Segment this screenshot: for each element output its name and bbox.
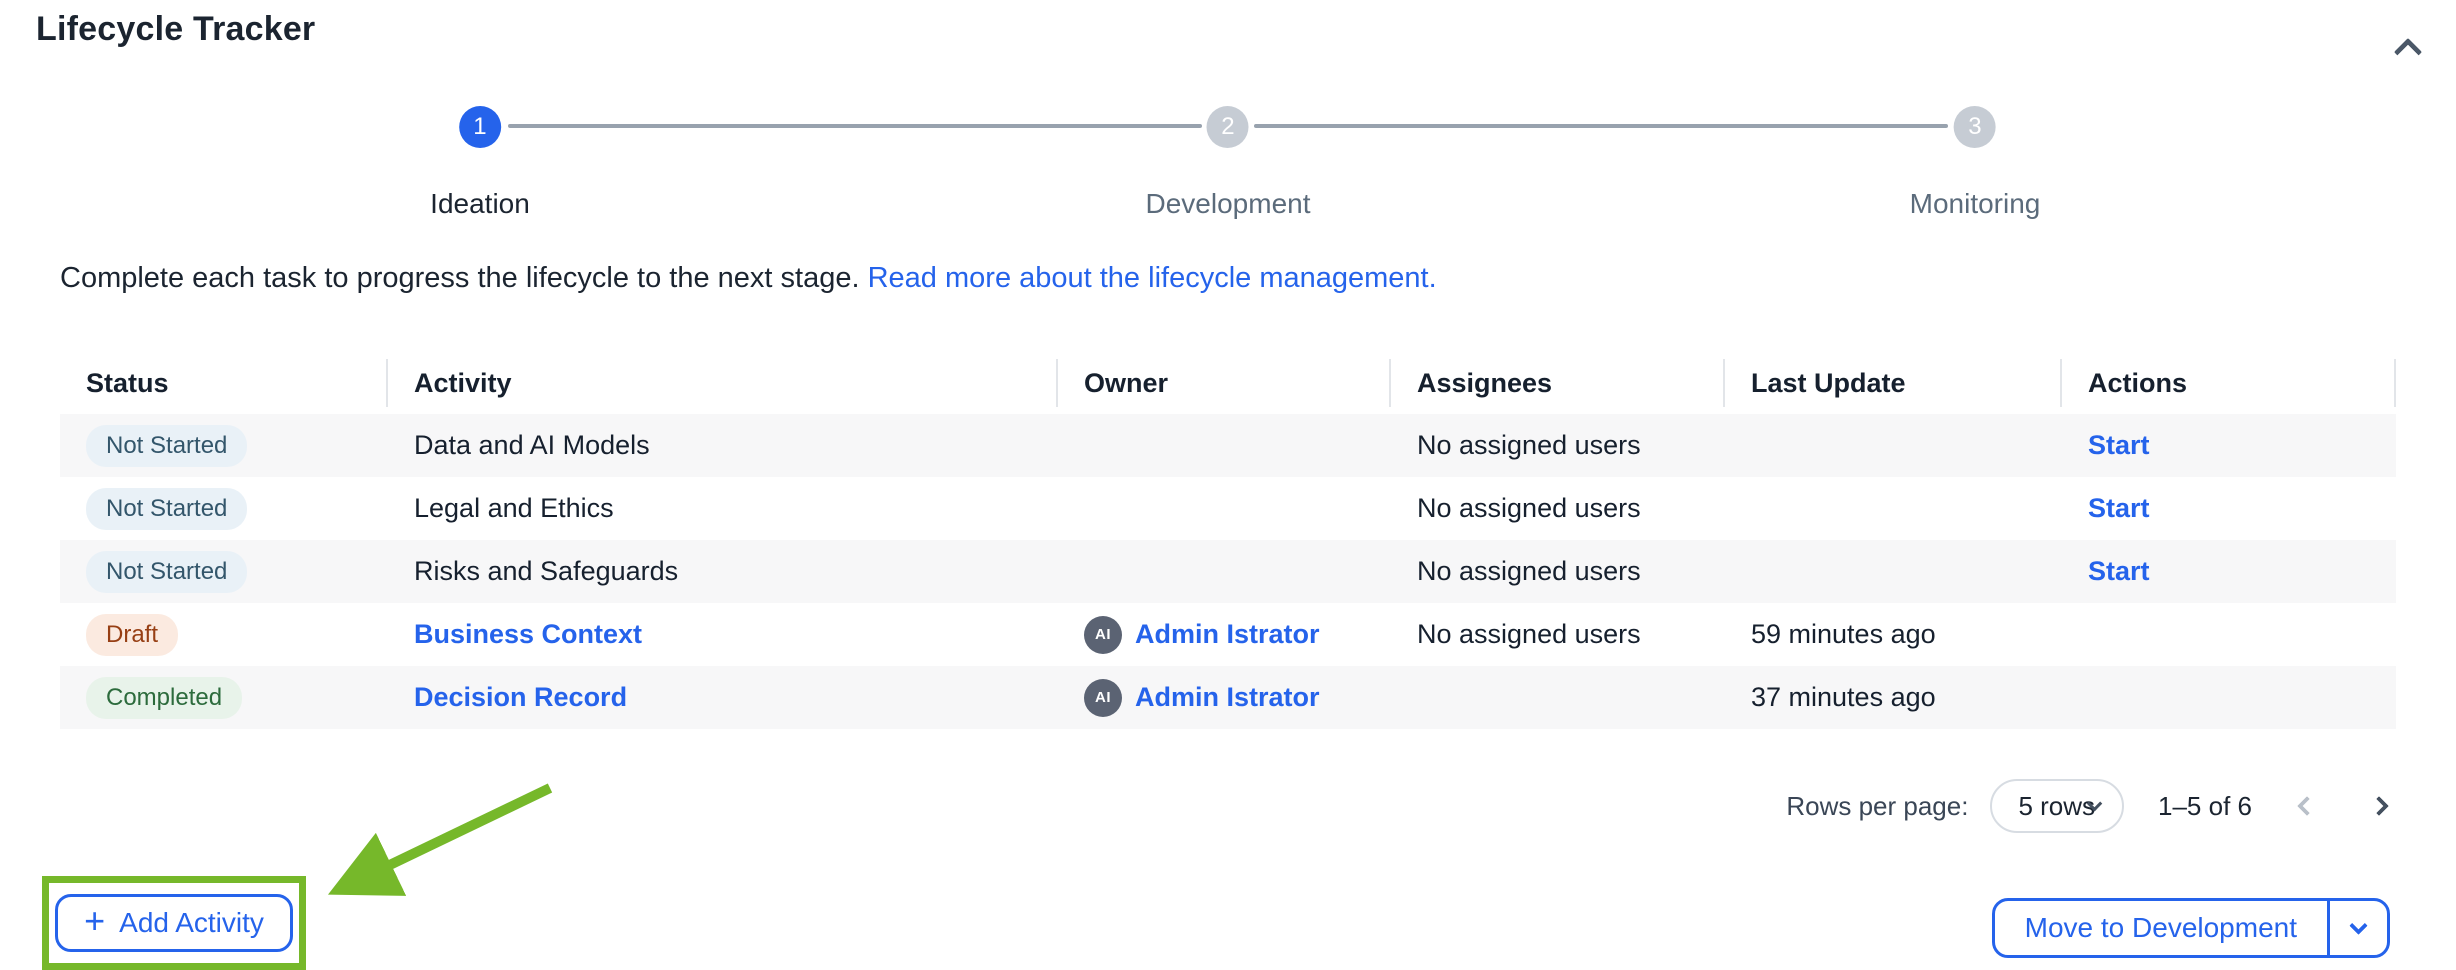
column-header-activity: Activity	[388, 359, 1058, 407]
step-3-circle: 3	[1954, 106, 1996, 148]
table-row: Draft Business Context AI Admin Istrator…	[60, 603, 2396, 666]
column-header-owner: Owner	[1058, 359, 1391, 407]
last-update-text: 37 minutes ago	[1751, 682, 1936, 713]
activity-name: Data and AI Models	[414, 430, 650, 461]
plus-icon: +	[84, 903, 105, 939]
move-to-development-button[interactable]: Move to Development	[1995, 901, 2327, 955]
table-row: Not Started Risks and Safeguards No assi…	[60, 540, 2396, 603]
read-more-link[interactable]: Read more about the lifecycle management…	[868, 262, 1437, 294]
step-3-label: Monitoring	[1910, 188, 2041, 220]
activity-name: Legal and Ethics	[414, 493, 614, 524]
assignees-text: No assigned users	[1417, 619, 1641, 650]
start-action-link[interactable]: Start	[2088, 493, 2150, 524]
assignees-text: No assigned users	[1417, 493, 1641, 524]
status-badge: Not Started	[86, 551, 247, 593]
stepper-connector-1	[508, 124, 1202, 128]
next-page-button[interactable]	[2362, 789, 2396, 823]
table-row: Not Started Legal and Ethics No assigned…	[60, 477, 2396, 540]
lifecycle-stepper: 1 Ideation 2 Development 3 Monitoring	[0, 0, 2456, 230]
previous-page-button[interactable]	[2290, 789, 2324, 823]
status-badge: Not Started	[86, 488, 247, 530]
start-action-link[interactable]: Start	[2088, 430, 2150, 461]
step-2-circle: 2	[1207, 106, 1249, 148]
move-to-development-split-button: Move to Development	[1992, 898, 2390, 958]
stepper-connector-2	[1254, 124, 1948, 128]
chevron-down-icon	[2349, 916, 2367, 934]
step-1-label: Ideation	[430, 188, 530, 220]
annotation-arrow	[298, 770, 578, 915]
table-header-row: Status Activity Owner Assignees Last Upd…	[60, 352, 2396, 414]
pagination-range: 1–5 of 6	[2158, 791, 2252, 822]
step-2-label: Development	[1146, 188, 1311, 220]
annotation-highlight-box: + Add Activity	[42, 876, 306, 970]
step-monitoring: 3 Monitoring	[1910, 106, 2041, 220]
step-development: 2 Development	[1146, 106, 1311, 220]
status-badge: Completed	[86, 677, 242, 719]
assignees-text: No assigned users	[1417, 556, 1641, 587]
start-action-link[interactable]: Start	[2088, 556, 2150, 587]
step-1-circle: 1	[459, 106, 501, 148]
owner-link[interactable]: Admin Istrator	[1135, 619, 1320, 650]
column-header-assignees: Assignees	[1391, 359, 1725, 407]
table-row: Completed Decision Record AI Admin Istra…	[60, 666, 2396, 729]
chevron-left-icon	[2297, 796, 2317, 816]
status-badge: Draft	[86, 614, 178, 656]
add-activity-button[interactable]: + Add Activity	[55, 894, 293, 952]
column-header-status: Status	[60, 359, 388, 407]
column-header-last-update: Last Update	[1725, 359, 2062, 407]
activity-name: Risks and Safeguards	[414, 556, 678, 587]
status-badge: Not Started	[86, 425, 247, 467]
assignees-text: No assigned users	[1417, 430, 1641, 461]
rows-per-page-select[interactable]: 5 rows	[1990, 779, 2124, 833]
last-update-text: 59 minutes ago	[1751, 619, 1936, 650]
activity-link[interactable]: Decision Record	[414, 682, 627, 713]
table-row: Not Started Data and AI Models No assign…	[60, 414, 2396, 477]
step-ideation: 1 Ideation	[430, 106, 530, 220]
owner-avatar: AI	[1084, 679, 1122, 717]
move-options-caret-button[interactable]	[2327, 901, 2387, 955]
lifecycle-tracker-panel: Lifecycle Tracker 1 Ideation 2 Developme…	[0, 0, 2456, 970]
add-activity-label: Add Activity	[119, 907, 264, 939]
lifecycle-description: Complete each task to progress the lifec…	[60, 262, 1437, 295]
pagination-bar: Rows per page: 5 rows 1–5 of 6	[1786, 778, 2396, 834]
rows-per-page-label: Rows per page:	[1786, 791, 1968, 822]
column-header-actions: Actions	[2062, 359, 2396, 407]
chevron-right-icon	[2369, 796, 2389, 816]
owner-link[interactable]: Admin Istrator	[1135, 682, 1320, 713]
owner-avatar: AI	[1084, 616, 1122, 654]
rows-per-page-value: 5 rows	[2018, 791, 2095, 822]
description-text: Complete each task to progress the lifec…	[60, 262, 860, 294]
activity-link[interactable]: Business Context	[414, 619, 642, 650]
activities-table: Status Activity Owner Assignees Last Upd…	[60, 352, 2396, 729]
